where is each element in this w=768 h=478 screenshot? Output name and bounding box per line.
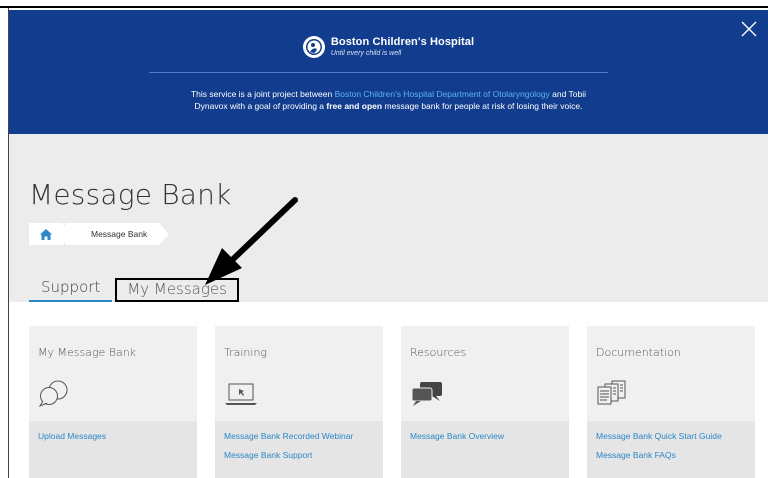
breadcrumb-home[interactable] (29, 223, 73, 245)
message-bank-faqs-link[interactable]: Message Bank FAQs (596, 450, 746, 460)
banner-description: This service is a joint project between … (69, 88, 708, 112)
page-title: Message Bank (29, 178, 232, 211)
card-title: Resources (410, 346, 467, 359)
tab-bar: Support My Messages (29, 276, 239, 302)
tab-support[interactable]: Support (29, 278, 113, 302)
banner-divider (149, 72, 608, 73)
support-content: My Message Bank Upload Messages Training… (9, 302, 768, 478)
card-links: Message Bank Recorded Webinar Message Ba… (215, 421, 383, 478)
card-links: Message Bank Overview (401, 421, 569, 478)
message-bank-overview-link[interactable]: Message Bank Overview (410, 431, 560, 441)
banner-text-bold: free and open (326, 101, 383, 111)
breadcrumb-current[interactable]: Message Bank (65, 223, 170, 245)
laptop-icon (225, 383, 257, 405)
card-title: Training (224, 346, 268, 359)
header-banner: Boston Children's Hospital Until every c… (9, 10, 768, 134)
quick-start-guide-link[interactable]: Message Bank Quick Start Guide (596, 431, 746, 441)
documents-icon (597, 380, 626, 405)
upload-messages-link[interactable]: Upload Messages (38, 431, 188, 441)
chat-bubbles-icon (38, 380, 68, 407)
card-links: Upload Messages (29, 421, 197, 478)
otolaryngology-link[interactable]: Boston Children's Hospital Department of… (335, 89, 550, 99)
card-title: Documentation (596, 346, 681, 359)
banner-text-part: and Tobii (549, 89, 587, 99)
frame-top-border (0, 0, 768, 8)
card-title: My Message Bank (38, 346, 137, 359)
logo-tagline: Until every child is well (330, 50, 402, 57)
card-my-message-bank: My Message Bank Upload Messages (29, 326, 197, 478)
card-links: Message Bank Quick Start Guide Message B… (587, 421, 755, 478)
banner-text-part: message bank for people at risk of losin… (382, 101, 583, 111)
hospital-logo[interactable]: Boston Children's Hospital Until every c… (9, 34, 768, 60)
banner-text-part: This service is a joint project between (190, 89, 335, 99)
hospital-seal-icon (302, 36, 325, 58)
banner-text-part: Dynavox with a goal of providing a (194, 101, 327, 111)
logo-name: Boston Children's Hospital (330, 36, 475, 48)
breadcrumb: Message Bank (29, 223, 170, 245)
message-bank-support-link[interactable]: Message Bank Support (224, 450, 374, 460)
recorded-webinar-link[interactable]: Message Bank Recorded Webinar (224, 431, 374, 441)
browser-frame: Boston Children's Hospital Until every c… (0, 0, 768, 478)
card-training: Training Message Bank Recorded Webinar M… (215, 326, 383, 478)
tab-my-messages[interactable]: My Messages (115, 278, 239, 302)
card-resources: Resources Message Bank Overview (401, 326, 569, 478)
frame-left-border (8, 8, 9, 478)
speech-bubbles-icon (411, 382, 442, 406)
card-documentation: Documentation Message Bank Quick Start G… (587, 326, 755, 478)
home-icon (40, 228, 52, 240)
